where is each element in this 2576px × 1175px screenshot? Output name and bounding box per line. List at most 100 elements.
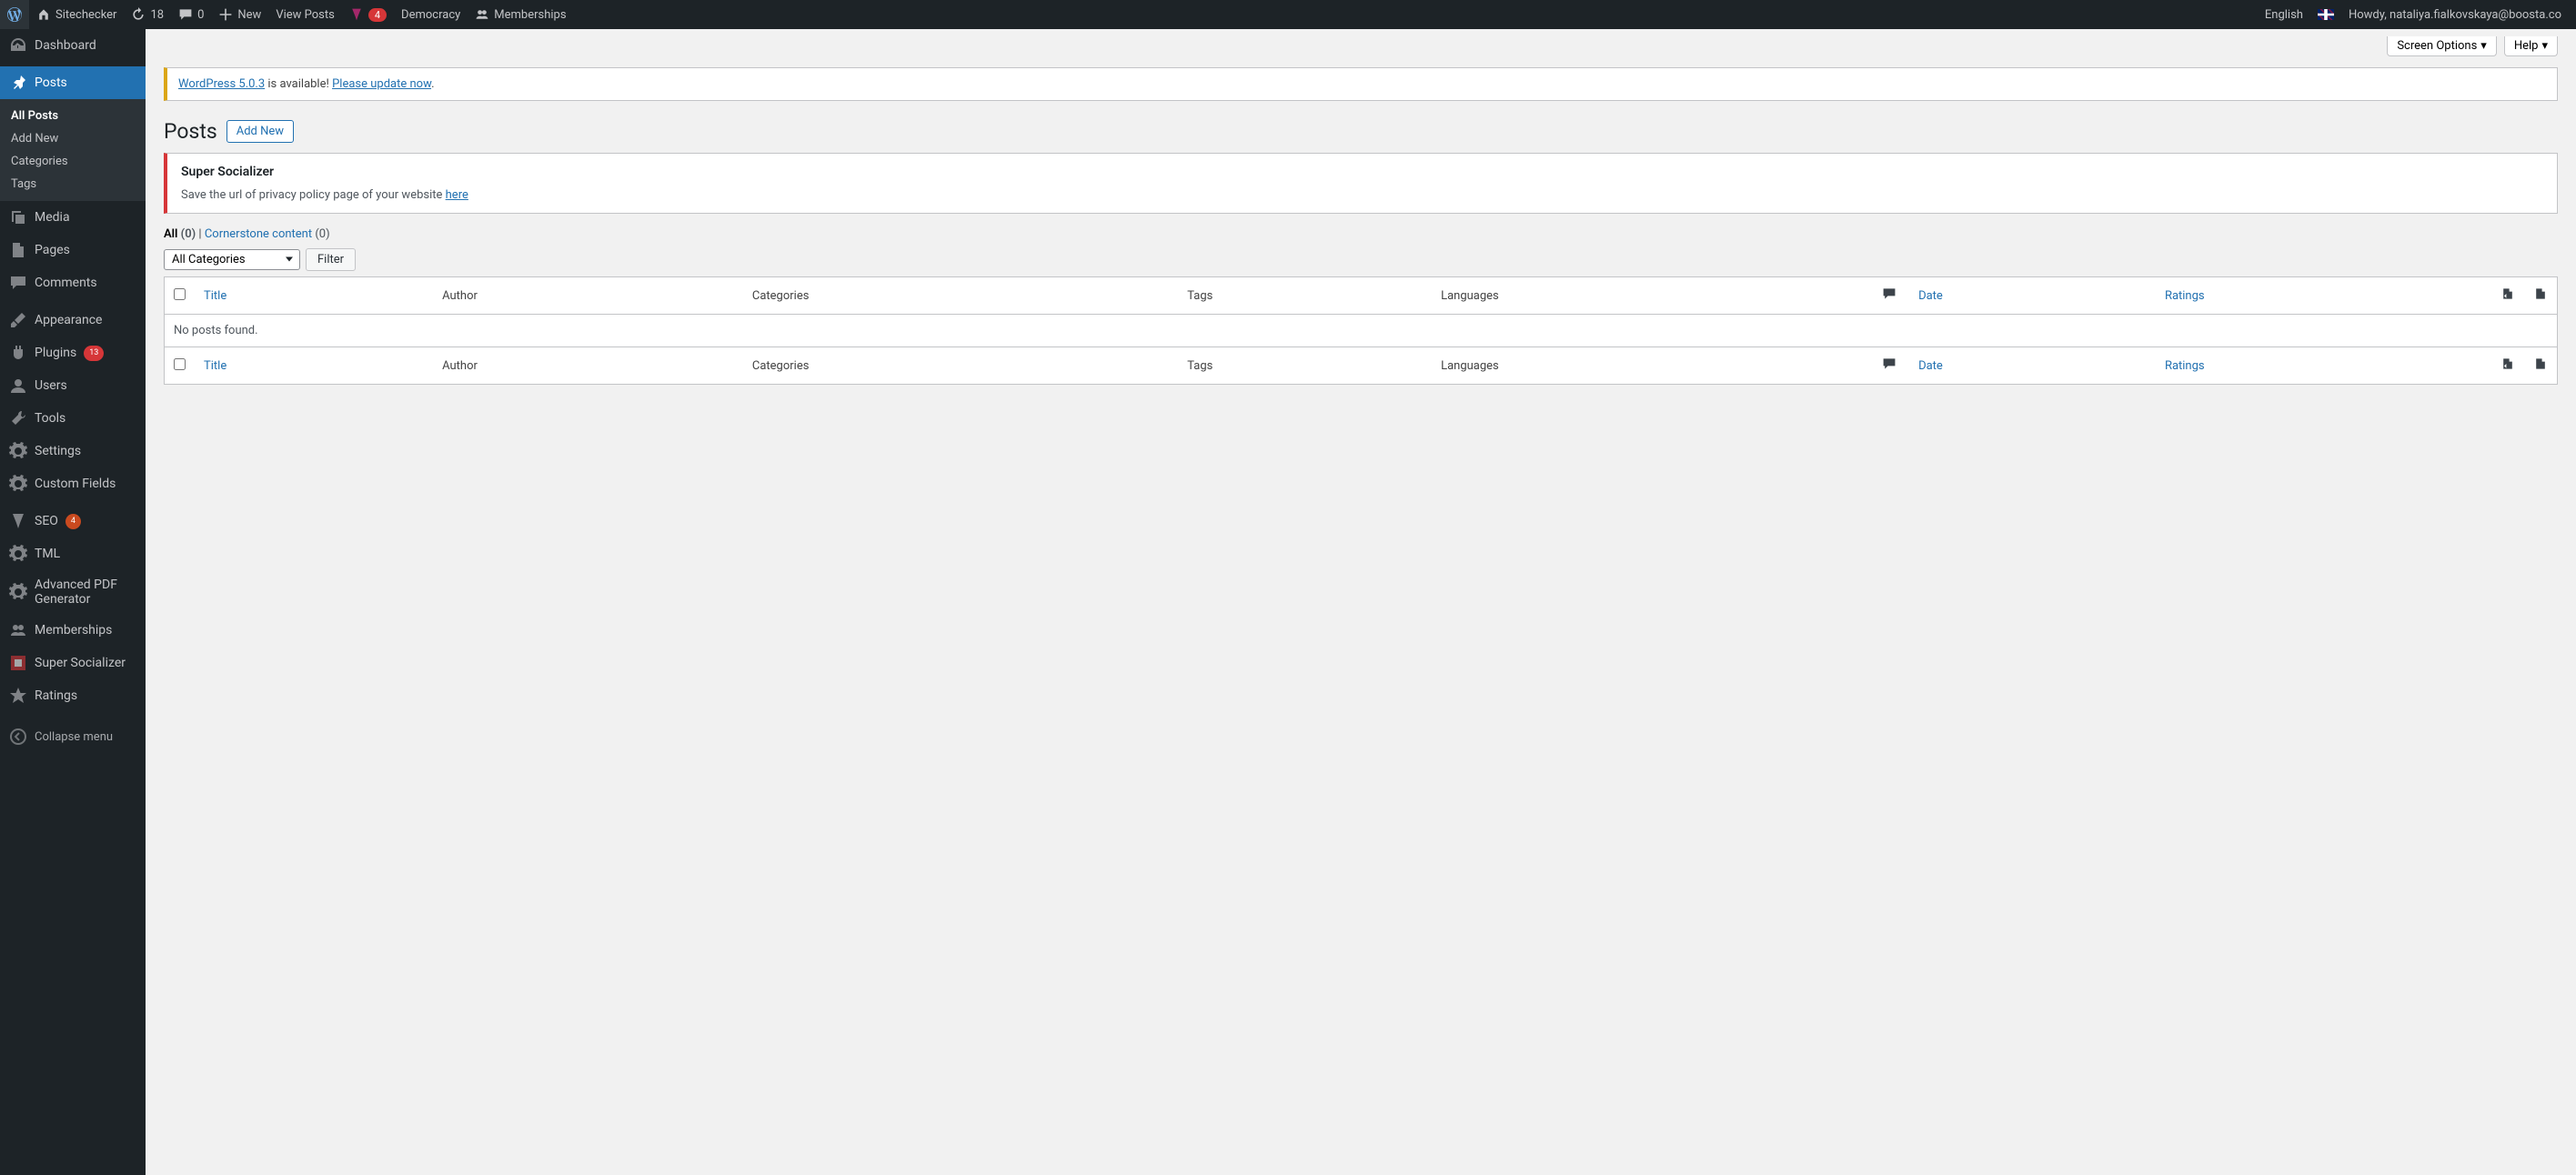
category-select[interactable]: All Categories — [164, 249, 300, 270]
menu-plugins[interactable]: Plugins 13 — [0, 336, 146, 369]
gear-icon — [9, 442, 27, 460]
site-name[interactable]: Sitechecker — [29, 0, 124, 29]
collapse-icon — [9, 728, 27, 746]
add-new-button[interactable]: Add New — [226, 120, 294, 143]
menu-memberships[interactable]: Memberships — [0, 614, 146, 647]
wordpress-icon — [7, 7, 22, 22]
post-filters: All (0) | Cornerstone content (0) — [164, 227, 2558, 241]
col-title-foot[interactable]: Title — [204, 359, 226, 373]
content-area: Screen Options ▾ Help ▾ WordPress 5.0.3 … — [146, 29, 2576, 385]
filter-all[interactable]: All (0) — [164, 227, 196, 241]
update-icon — [131, 7, 146, 22]
submenu-all-posts[interactable]: All Posts — [0, 105, 146, 127]
col-date[interactable]: Date — [1918, 289, 1943, 303]
col-ratings[interactable]: Ratings — [2165, 289, 2205, 303]
plus-icon — [218, 7, 233, 22]
comment-icon — [9, 274, 27, 292]
socializer-icon — [9, 654, 27, 672]
menu-custom-fields[interactable]: Custom Fields — [0, 467, 146, 500]
col-author-foot: Author — [433, 347, 743, 385]
updates-count: 18 — [150, 8, 164, 22]
wp-logo[interactable] — [0, 0, 29, 29]
menu-posts[interactable]: Posts — [0, 66, 146, 99]
col-author: Author — [433, 277, 743, 315]
comment-icon — [1882, 286, 1897, 301]
menu-appearance[interactable]: Appearance — [0, 304, 146, 336]
gear-icon — [9, 475, 27, 493]
submenu-tags[interactable]: Tags — [0, 173, 146, 196]
updates[interactable]: 18 — [124, 0, 171, 29]
menu-pages[interactable]: Pages — [0, 234, 146, 266]
menu-comments[interactable]: Comments — [0, 266, 146, 299]
collapse-menu[interactable]: Collapse menu — [0, 719, 146, 753]
brush-icon — [9, 311, 27, 329]
new-content[interactable]: New — [211, 0, 268, 29]
dashboard-icon — [9, 36, 27, 55]
wp-version-link[interactable]: WordPress 5.0.3 — [178, 77, 265, 91]
admin-sidebar: Dashboard Posts All Posts Add New Catego… — [0, 29, 146, 1175]
col-languages-foot: Languages — [1432, 347, 1873, 385]
home-icon — [36, 7, 51, 22]
col-date-foot[interactable]: Date — [1918, 359, 1943, 373]
submenu-categories[interactable]: Categories — [0, 150, 146, 173]
memberships-link[interactable]: Memberships — [468, 0, 573, 29]
col-ratings-foot[interactable]: Ratings — [2165, 359, 2205, 373]
comments-count: 0 — [197, 8, 204, 22]
col-export1-foot[interactable] — [2491, 347, 2524, 385]
flag[interactable] — [2310, 0, 2341, 29]
menu-socializer[interactable]: Super Socializer — [0, 647, 146, 679]
caret-down-icon: ▾ — [2480, 39, 2487, 53]
screen-options-button[interactable]: Screen Options ▾ — [2387, 36, 2497, 56]
page-title: Posts — [164, 119, 217, 144]
menu-dashboard[interactable]: Dashboard — [0, 29, 146, 62]
col-tags-foot: Tags — [1178, 347, 1432, 385]
col-categories: Categories — [743, 277, 1178, 315]
admin-bar: Sitechecker 18 0 New View Posts 4 Democr… — [0, 0, 2576, 29]
col-comments[interactable] — [1873, 277, 1909, 315]
wrench-icon — [9, 409, 27, 427]
yoast-badge: 4 — [368, 8, 387, 22]
update-now-link[interactable]: Please update now — [332, 77, 431, 91]
menu-media[interactable]: Media — [0, 201, 146, 234]
menu-tml[interactable]: TML — [0, 537, 146, 570]
col-export2-foot[interactable] — [2524, 347, 2558, 385]
star-icon — [9, 687, 27, 705]
help-button[interactable]: Help ▾ — [2504, 36, 2558, 56]
menu-users[interactable]: Users — [0, 369, 146, 402]
update-notice: WordPress 5.0.3 is available! Please upd… — [164, 67, 2558, 101]
yoast[interactable]: 4 — [342, 0, 394, 29]
caret-down-icon: ▾ — [2541, 39, 2548, 53]
uk-flag-icon — [2318, 9, 2334, 20]
gear-icon — [9, 545, 27, 563]
groups-icon — [9, 621, 27, 639]
gear-icon — [9, 583, 27, 601]
democracy-link[interactable]: Democracy — [394, 0, 468, 29]
yoast-icon — [349, 7, 364, 22]
filter-cornerstone[interactable]: Cornerstone content — [205, 227, 312, 241]
new-label: New — [237, 8, 261, 22]
col-title[interactable]: Title — [204, 289, 226, 303]
user-icon — [9, 377, 27, 395]
menu-settings[interactable]: Settings — [0, 435, 146, 467]
col-comments-foot[interactable] — [1873, 347, 1909, 385]
export-icon — [2501, 286, 2515, 301]
language-switch[interactable]: English — [2258, 0, 2310, 29]
menu-seo[interactable]: SEO 4 — [0, 505, 146, 537]
filter-button[interactable]: Filter — [306, 248, 356, 271]
comment-icon — [178, 7, 193, 22]
notice-title: Super Socializer — [181, 165, 2543, 179]
select-all-bottom[interactable] — [174, 358, 186, 370]
my-account[interactable]: Howdy, nataliya.fialkovskaya@boosta.co — [2341, 0, 2569, 29]
view-posts[interactable]: View Posts — [268, 0, 342, 29]
submenu-add-new[interactable]: Add New — [0, 127, 146, 150]
menu-pdf[interactable]: Advanced PDF Generator — [0, 570, 146, 614]
notice-here-link[interactable]: here — [446, 188, 468, 202]
comments-bubble[interactable]: 0 — [171, 0, 211, 29]
col-export1[interactable] — [2491, 277, 2524, 315]
col-export2[interactable] — [2524, 277, 2558, 315]
col-categories-foot: Categories — [743, 347, 1178, 385]
select-all-top[interactable] — [174, 288, 186, 300]
menu-tools[interactable]: Tools — [0, 402, 146, 435]
menu-ratings[interactable]: Ratings — [0, 679, 146, 712]
import-icon — [2533, 357, 2548, 371]
